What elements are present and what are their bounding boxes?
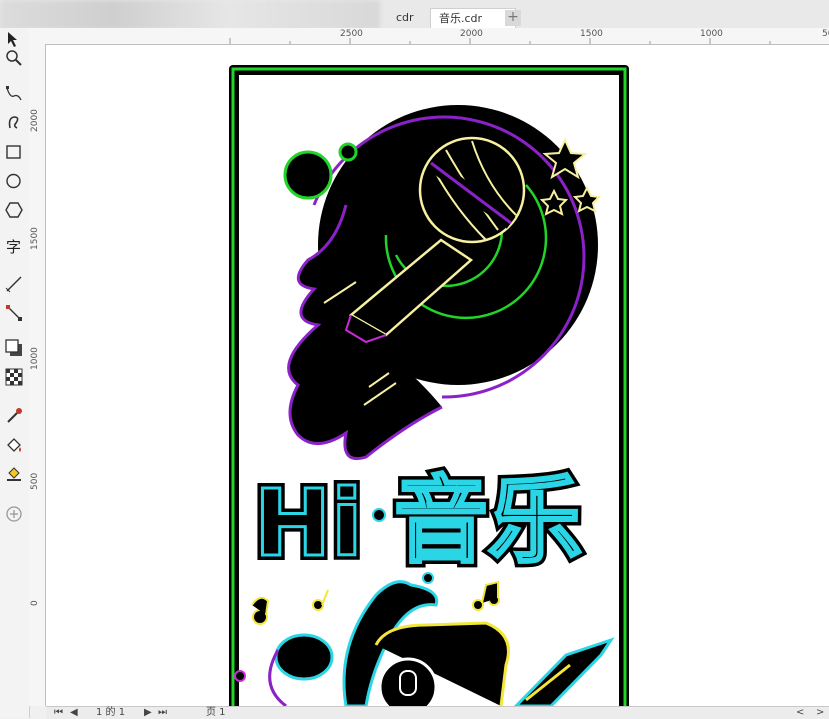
eyedropper-icon[interactable] [4, 406, 24, 426]
ruler-h-label: 2500 [340, 29, 363, 39]
smart-fill-icon[interactable] [4, 463, 24, 483]
freehand-icon[interactable] [4, 84, 24, 104]
title-text[interactable]: Hi Hi 音乐 音乐 [249, 462, 587, 582]
ruler-h-label: 1500 [580, 29, 603, 39]
tab-music-cdr[interactable]: 音乐.cdr [430, 8, 516, 29]
add-tab-button[interactable]: + [505, 10, 521, 26]
title-latin: Hi [254, 470, 363, 577]
title-dot [372, 508, 386, 522]
add-tool-icon[interactable] [4, 504, 24, 524]
ruler-v-label: 500 [30, 472, 40, 490]
vertical-ruler[interactable]: 2000 1500 1000 500 0 [29, 44, 46, 706]
scroll-left-icon[interactable]: < [796, 707, 804, 719]
fill-icon[interactable] [4, 435, 24, 455]
ruler-v-label: 2000 [30, 109, 40, 132]
zoom-icon[interactable] [4, 48, 24, 68]
dimension-icon[interactable] [4, 274, 24, 294]
scroll-right-icon[interactable]: > [816, 707, 824, 719]
horizontal-ruler[interactable]: 2500 2000 1500 1000 50 [29, 28, 829, 45]
ruler-h-label: 1000 [700, 29, 723, 39]
connector-icon[interactable] [4, 303, 24, 323]
document-tab-bar: cdr 音乐.cdr + [0, 0, 829, 30]
artistic-media-icon[interactable] [4, 112, 24, 132]
ruler-h-label: 50 [822, 29, 829, 39]
page-tab[interactable]: 页 1 [206, 707, 226, 719]
bubble-small [338, 142, 358, 162]
bubble-large [283, 150, 333, 200]
shadow-icon[interactable] [4, 338, 24, 358]
ruler-v-label: 1500 [30, 227, 40, 250]
blurred-toolbar-area [0, 0, 380, 30]
ruler-h-label: 2000 [460, 29, 483, 39]
page-count: 1 的 1 [96, 707, 126, 718]
transparency-icon[interactable] [4, 367, 24, 387]
polygon-icon[interactable] [4, 200, 24, 220]
toolbox: 字 [0, 28, 30, 718]
next-page-icon[interactable]: ▶ [144, 707, 152, 719]
ruler-v-label: 0 [30, 600, 40, 606]
drawing-canvas[interactable]: Hi Hi 音乐 音乐 [46, 45, 829, 706]
last-page-icon[interactable]: ⏭ [158, 707, 167, 719]
first-page-icon[interactable]: ⏮ [54, 707, 63, 719]
text-icon[interactable]: 字 [4, 236, 24, 256]
ellipse-icon[interactable] [4, 171, 24, 191]
prev-page-icon[interactable]: ◀ [70, 707, 78, 719]
svg-text:字: 字 [6, 238, 21, 256]
tab-document-1[interactable]: cdr [388, 8, 422, 28]
page-navigation-bar: ⏮ ◀ 1 的 1 ▶ ⏭ 页 1 < > [46, 706, 829, 719]
rectangle-icon[interactable] [4, 142, 24, 162]
artwork: Hi Hi 音乐 音乐 [229, 65, 629, 706]
pick-tool-icon[interactable] [4, 30, 24, 50]
ruler-v-label: 1000 [30, 347, 40, 370]
title-cn: 音乐 [394, 467, 582, 576]
